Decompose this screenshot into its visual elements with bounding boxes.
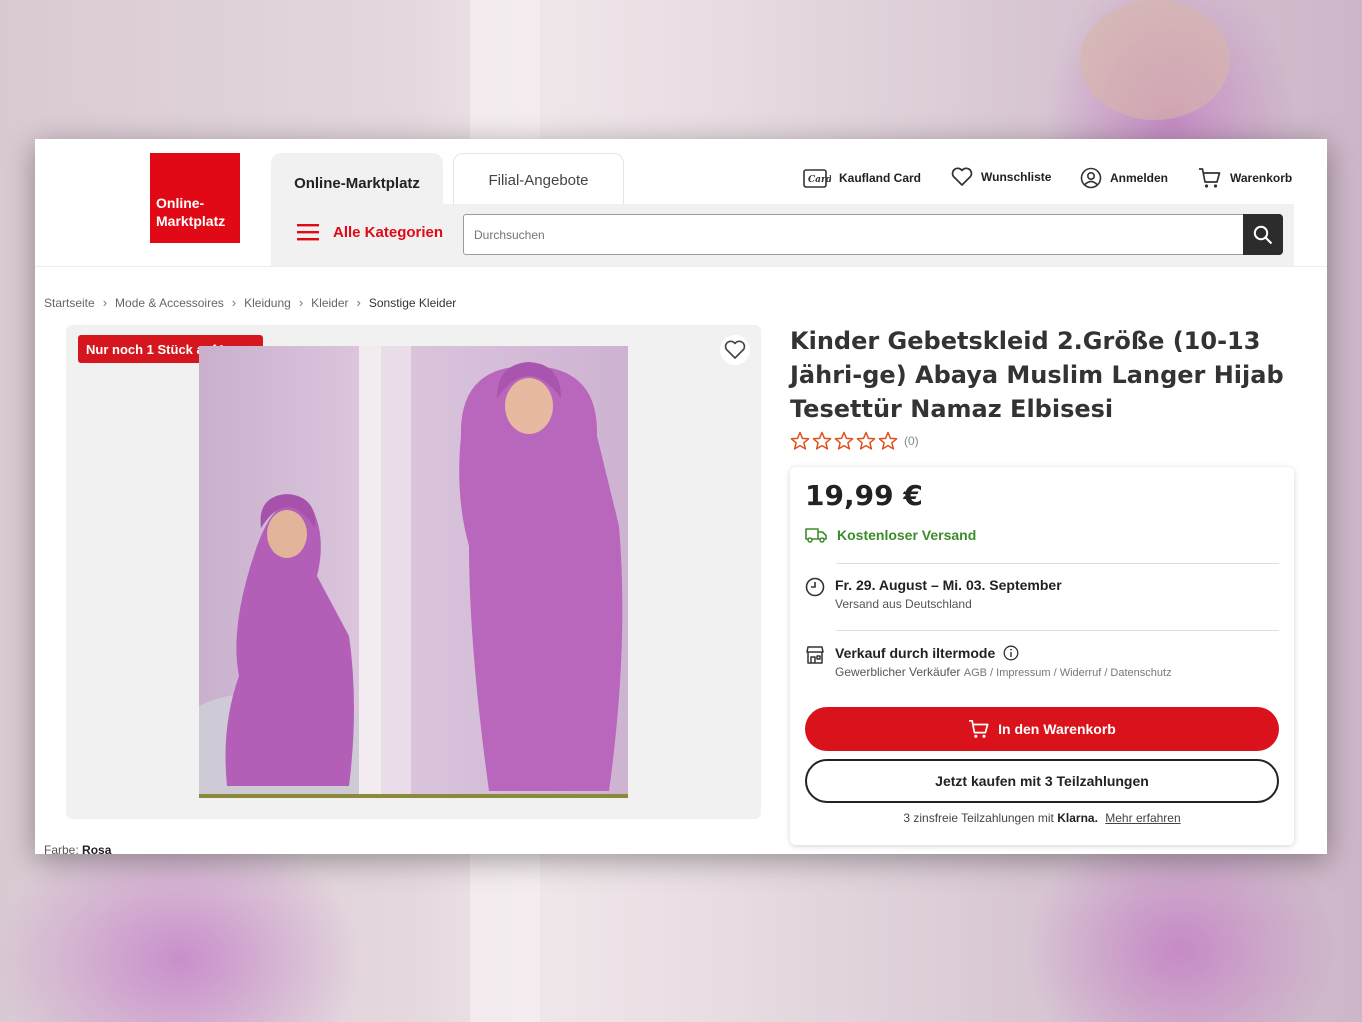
add-to-cart-label: In den Warenkorb: [998, 721, 1116, 737]
tab-filial-angebote[interactable]: Filial-Angebote: [453, 153, 624, 207]
cart-icon: [969, 719, 989, 738]
card-icon: Card: [803, 169, 831, 188]
klarna-note-text: 3 zinsfreie Teilzahlungen mit: [903, 811, 1054, 825]
cart-label: Warenkorb: [1230, 171, 1293, 185]
delivery-date: Fr. 29. August – Mi. 03. September: [835, 577, 1062, 593]
header-divider: [35, 266, 1327, 267]
all-categories-label: Alle Kategorien: [333, 223, 444, 241]
tab-label: Online-Marktplatz: [294, 174, 420, 192]
product-photo-girls-in-prayer-dresses: [199, 346, 628, 798]
clock-icon: [805, 577, 825, 597]
rating-count: (0): [904, 434, 919, 448]
user-icon: [1080, 167, 1102, 189]
star-icon: [834, 431, 854, 450]
divider: [836, 563, 1279, 564]
all-categories-button[interactable]: Alle Kategorien: [297, 223, 443, 241]
star-icon: [812, 431, 832, 450]
wishlist-link[interactable]: Wunschliste: [951, 167, 1051, 187]
cart-icon: [1199, 168, 1221, 188]
star-icon: [790, 431, 810, 450]
star-icon: [856, 431, 876, 450]
color-selection: Farbe: Rosa: [44, 843, 111, 854]
search-icon: [1253, 225, 1273, 244]
login-label: Anmelden: [1110, 171, 1169, 185]
logo-text: Online- Marktplatz: [156, 195, 226, 229]
star-icon: [878, 431, 898, 450]
seller-label: Verkauf durch iltermode: [835, 645, 996, 661]
add-to-cart-button[interactable]: In den Warenkorb: [805, 707, 1279, 751]
tab-label: Filial-Angebote: [488, 172, 589, 189]
seller-legal-links[interactable]: AGB / Impressum / Widerruf / Datenschutz: [964, 667, 1172, 679]
klarna-installments-button[interactable]: Jetzt kaufen mit 3 Teilzahlungen: [805, 759, 1279, 803]
delivery-origin: Versand aus Deutschland: [835, 597, 972, 611]
price: 19,99 €: [805, 479, 923, 512]
breadcrumb-item[interactable]: Startseite: [44, 296, 95, 310]
divider: [836, 630, 1279, 631]
truck-icon: [805, 528, 827, 543]
klarna-note: 3 zinsfreie Teilzahlungen mit Klarna. Me…: [790, 811, 1294, 825]
chevron-right-icon: ›: [231, 295, 237, 310]
chevron-right-icon: ›: [102, 295, 108, 310]
seller-type: Gewerblicher Verkäufer: [835, 665, 961, 679]
color-label: Farbe:: [44, 843, 79, 854]
wishlist-label: Wunschliste: [981, 170, 1052, 184]
search-input[interactable]: [463, 214, 1244, 255]
klarna-logo: Klarna.: [1057, 811, 1098, 825]
seller-info: Verkauf durch iltermode Gewerblicher Ver…: [805, 645, 1172, 679]
menu-icon: [297, 224, 319, 241]
free-shipping: Kostenloser Versand: [805, 527, 976, 543]
rating[interactable]: (0): [790, 431, 919, 451]
screenshot-frame: Online- Marktplatz Online-Marktplatz Fil…: [35, 139, 1327, 854]
seller-name[interactable]: Verkauf durch iltermode: [835, 645, 1172, 661]
breadcrumb: Startseite › Mode & Accessoires › Kleidu…: [44, 295, 456, 310]
heart-icon: [724, 340, 746, 359]
delivery-info: Fr. 29. August – Mi. 03. September Versa…: [805, 577, 1062, 611]
breadcrumb-item[interactable]: Kleider: [311, 296, 348, 310]
color-value: Rosa: [82, 843, 112, 854]
kaufland-card-link[interactable]: Card Kaufland Card: [803, 167, 921, 189]
shop-icon: [806, 646, 824, 664]
klarna-learn-more-link[interactable]: Mehr erfahren: [1105, 811, 1180, 825]
svg-text:Card: Card: [808, 175, 831, 185]
search-button[interactable]: [1243, 214, 1283, 255]
product-title: Kinder Gebetskleid 2.Größe (10-13 Jähri-…: [790, 327, 1284, 423]
chevron-right-icon: ›: [298, 295, 304, 310]
product-image[interactable]: [199, 346, 628, 798]
breadcrumb-item[interactable]: Mode & Accessoires: [115, 296, 224, 310]
online-marktplatz-logo[interactable]: Online- Marktplatz: [150, 153, 240, 243]
breadcrumb-current: Sonstige Kleider: [368, 295, 457, 310]
add-to-wishlist-button[interactable]: [720, 335, 750, 365]
free-shipping-label: Kostenloser Versand: [837, 527, 977, 543]
cart-link[interactable]: Warenkorb: [1198, 167, 1292, 189]
breadcrumb-item[interactable]: Kleidung: [244, 296, 291, 310]
background-face: [1080, 0, 1230, 120]
kaufland-card-label: Kaufland Card: [839, 171, 922, 185]
chevron-right-icon: ›: [356, 295, 361, 310]
klarna-button-label: Jetzt kaufen mit 3 Teilzahlungen: [935, 773, 1149, 789]
login-link[interactable]: Anmelden: [1080, 167, 1168, 189]
heart-icon: [951, 167, 973, 186]
seller-details: Gewerblicher Verkäufer AGB / Impressum /…: [835, 665, 1172, 679]
buy-box: 19,99 € Kostenloser Versand Fr. 29. Augu…: [790, 467, 1294, 845]
info-icon[interactable]: [1003, 645, 1019, 661]
